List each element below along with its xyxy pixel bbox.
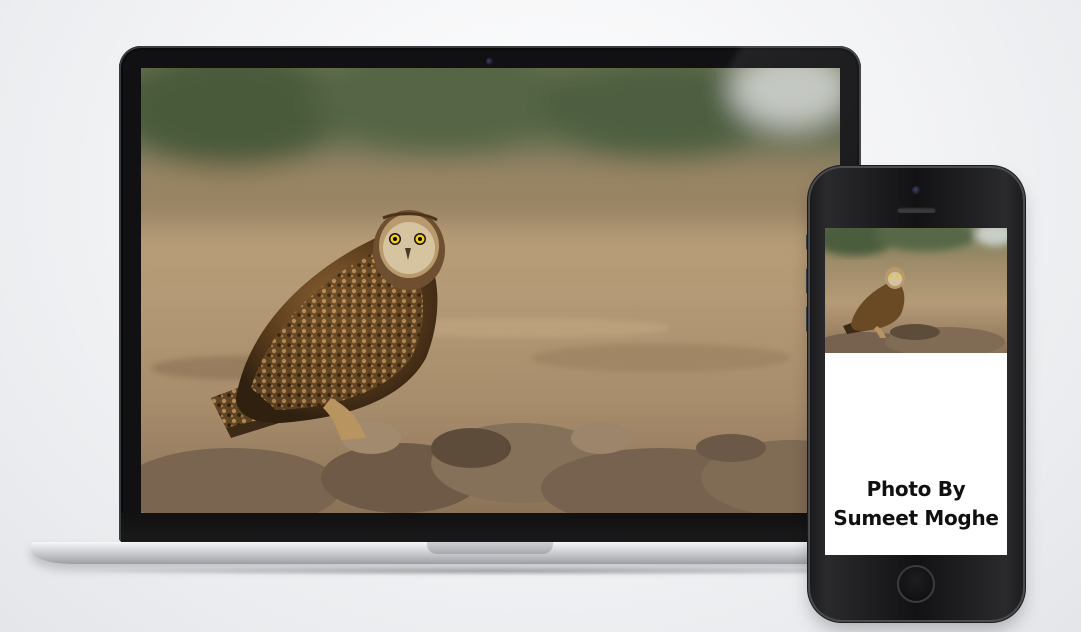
owl-photo-large [141,68,840,513]
photo-credit: Photo By Sumeet Moghe [825,475,1007,533]
laptop-opening-notch [427,542,553,554]
photo-credit-line2: Sumeet Moghe [833,506,999,530]
earpiece-speaker [897,207,936,213]
home-button[interactable] [897,565,935,603]
photo-credit-line1: Photo By [866,477,966,501]
laptop-screen [141,68,840,513]
phone-screen: Photo By Sumeet Moghe [825,228,1007,555]
webcam-icon [486,58,493,65]
laptop-shadow [60,566,930,576]
front-camera-icon [912,186,921,195]
owl-photo-small [825,228,1007,353]
laptop-bezel-bottom [121,513,859,542]
